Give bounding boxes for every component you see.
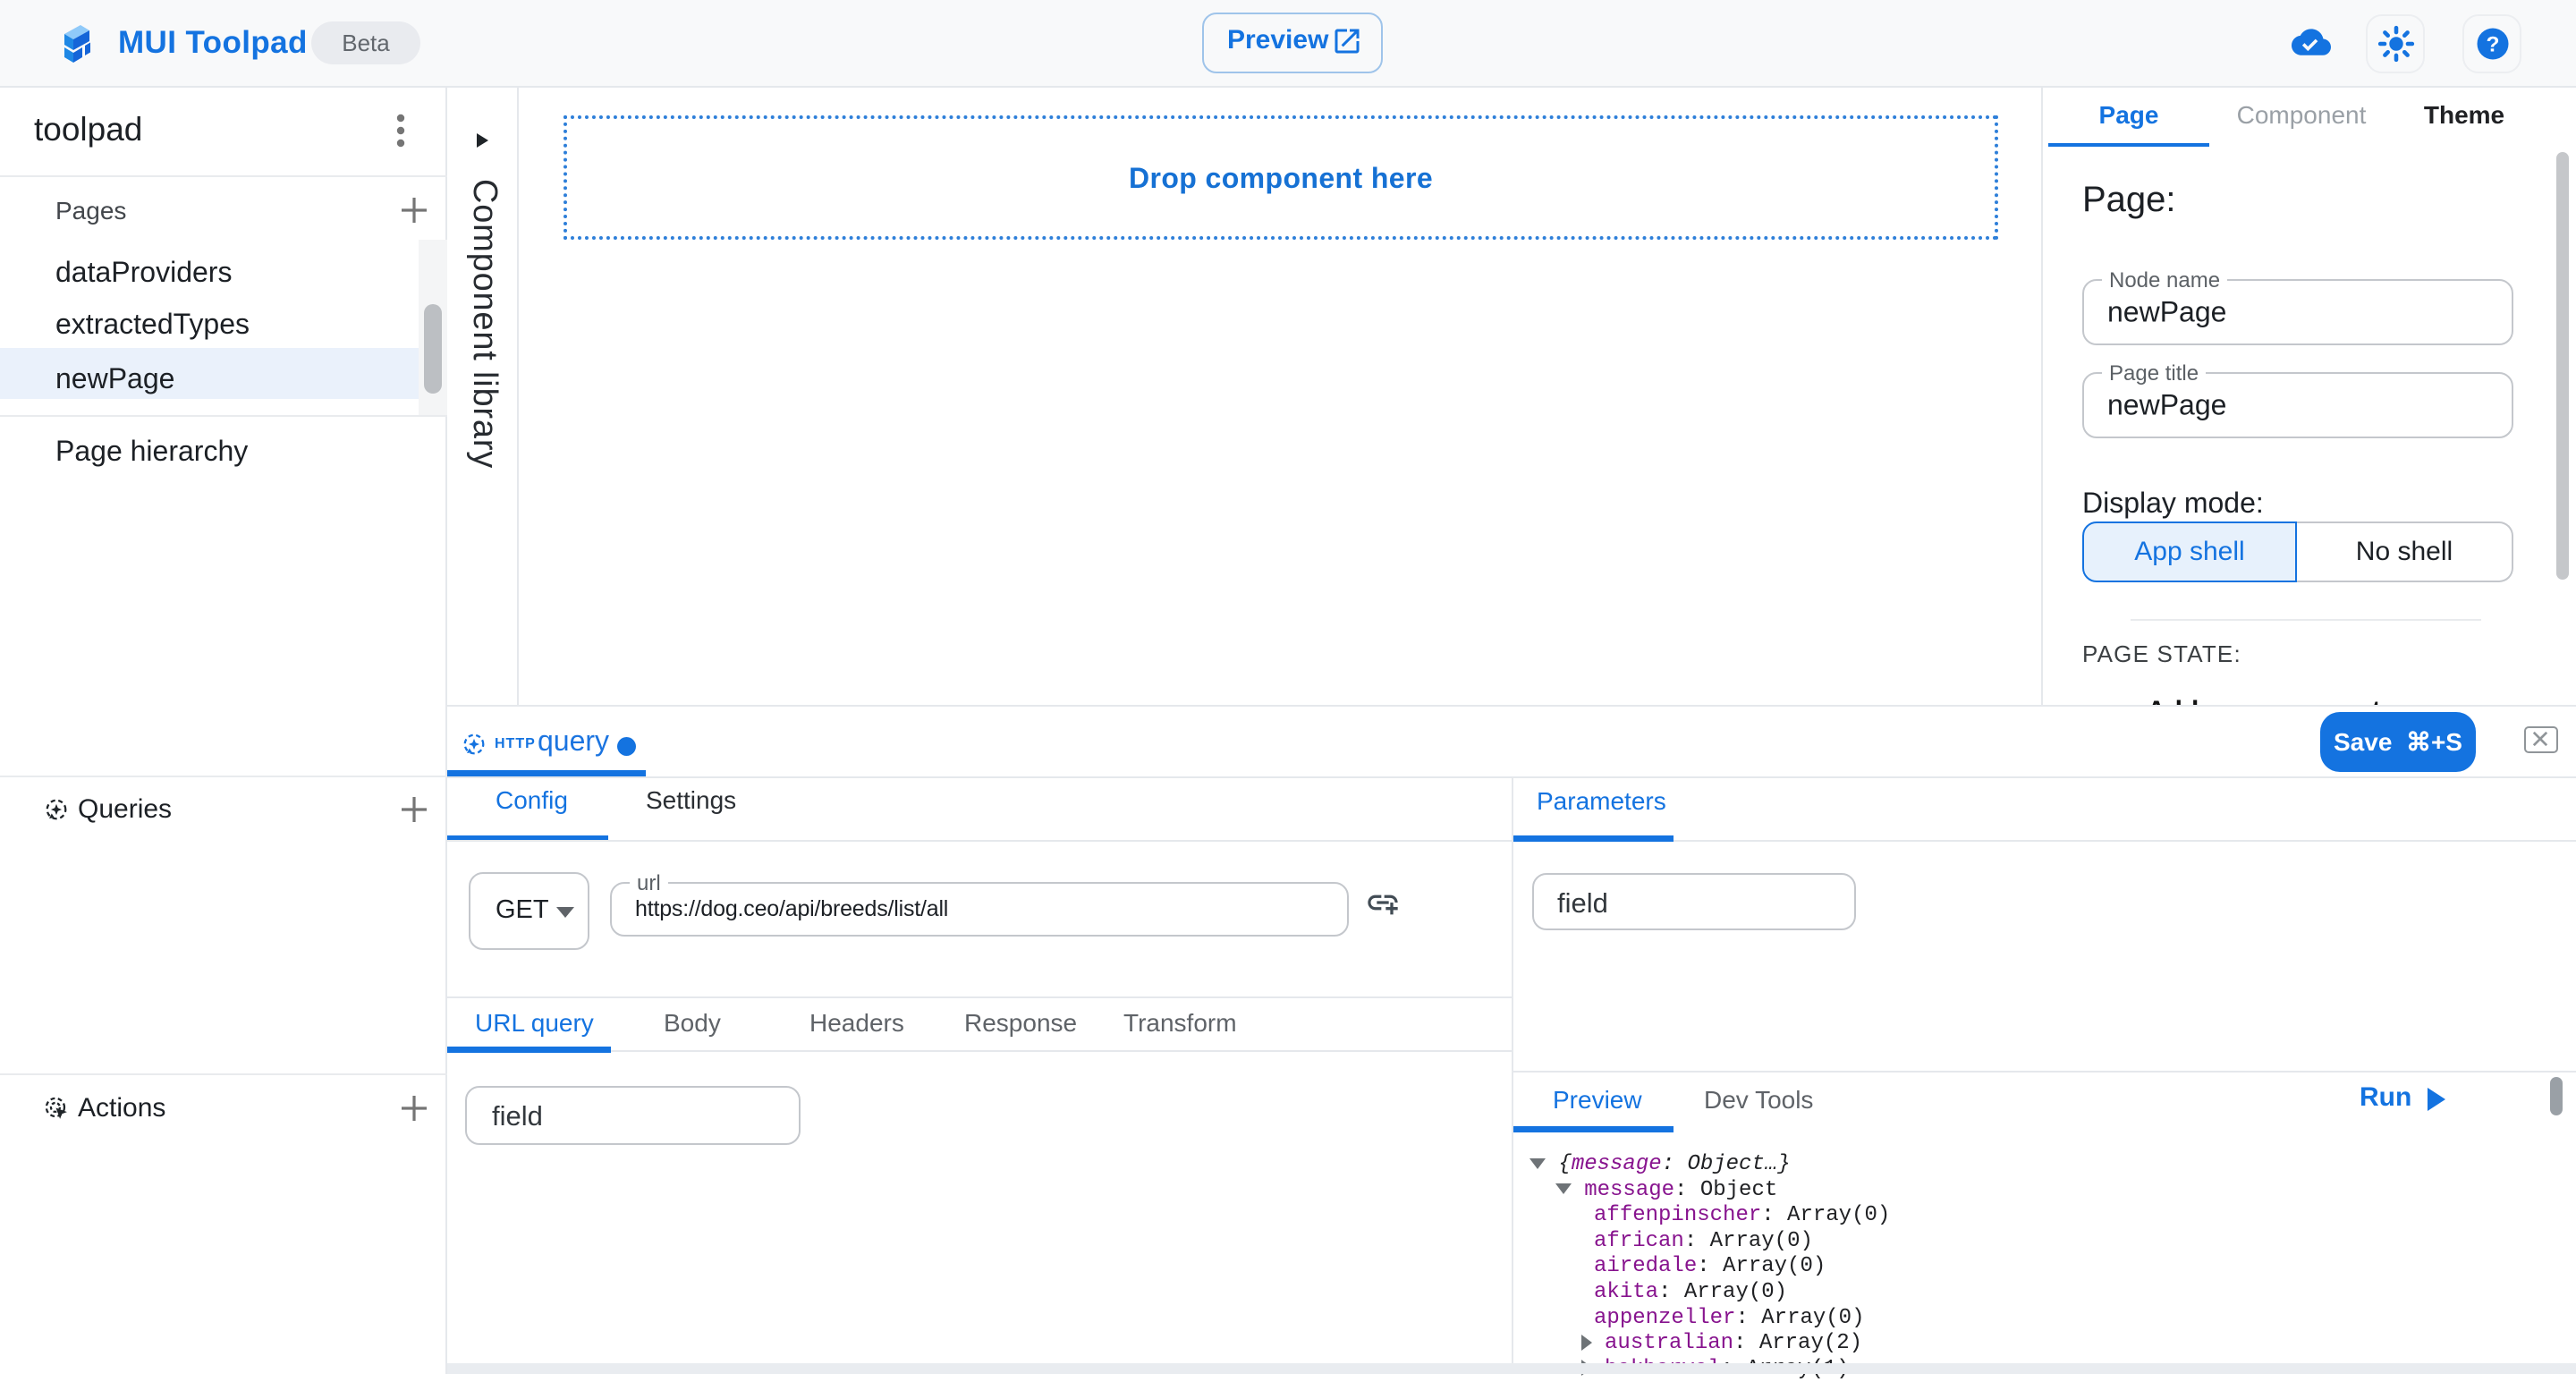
svg-text:?: ? [2487, 32, 2500, 56]
